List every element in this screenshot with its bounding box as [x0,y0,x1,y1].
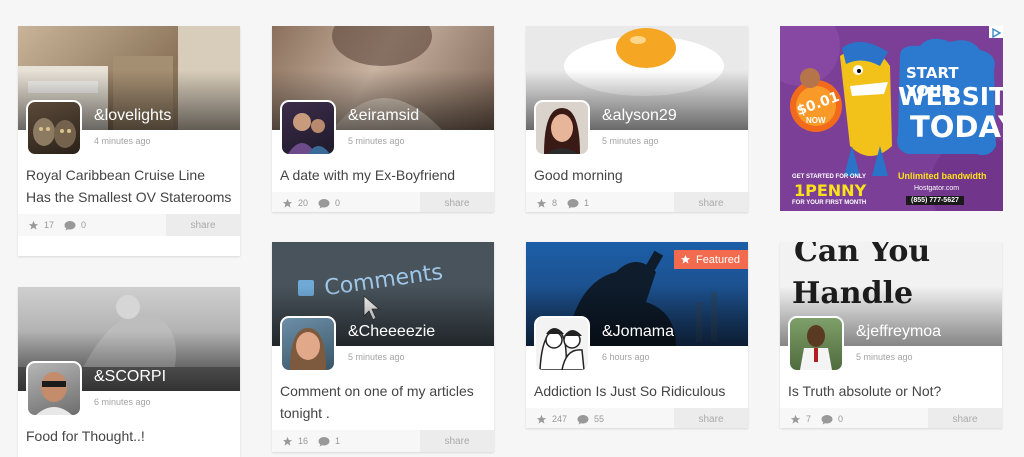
ad-penny: 1PENNY [794,181,867,200]
post-card[interactable]: &alyson29 5 minutes ago Good morning 8 1… [526,26,748,212]
post-card[interactable]: &eiramsid 5 minutes ago A date with my E… [272,26,494,212]
user-avatar[interactable] [280,100,336,156]
star-icon [790,414,801,424]
star-icon [282,436,293,446]
comments-count: 0 [81,220,87,230]
likes-count: 247 [552,414,568,424]
comment-icon [318,436,330,446]
user-avatar[interactable] [26,361,82,417]
comments-count: 0 [838,414,844,424]
likes-stat: 16 [282,436,308,447]
comments-count: 1 [584,198,590,208]
post-time: 6 hours ago [602,352,650,362]
star-icon [28,220,39,230]
username[interactable]: &alyson29 [602,107,677,125]
post-footer: 17 0 share [18,214,240,236]
ad-domain: Hostgator.com [914,185,960,192]
comments-stat: 0 [318,198,340,209]
ad-headline-2: WEBSITE [898,82,1003,111]
ad-unlimited: Unlimited bandwidth [898,171,987,181]
hostgator-ad[interactable]: $0.01 NOW START YOUR WEBSITE TODAY GET S… [780,26,1003,211]
post-footer: 7 0 share [780,408,1002,428]
comments-count: 0 [335,198,341,208]
star-icon [536,414,547,424]
user-avatar[interactable] [26,100,82,156]
likes-stat: 247 [536,414,567,425]
username[interactable]: &jeffreymoa [856,323,941,341]
comment-icon [577,414,589,424]
comment-icon [64,220,76,230]
post-time: 6 minutes ago [94,397,151,407]
ad-first-month: FOR YOUR FIRST MONTH [792,200,867,206]
post-footer: 20 0 share [272,192,494,212]
ad-price-sub: NOW [806,116,826,125]
post-card[interactable]: &lovelights 4 minutes ago Royal Caribbea… [18,26,240,256]
username[interactable]: &SCORPI [94,368,166,386]
likes-count: 17 [44,220,55,230]
post-card[interactable]: &SCORPI 6 minutes ago Food for Thought..… [18,287,240,457]
comment-icon [318,198,330,208]
post-time: 5 minutes ago [348,352,405,362]
user-avatar[interactable] [788,316,844,372]
comments-stat: 1 [318,436,340,447]
featured-label: Featured [695,253,740,266]
likes-stat: 17 [28,220,54,231]
adchoices-icon[interactable] [989,26,1003,39]
likes-stat: 7 [790,414,811,425]
share-button[interactable]: share [928,408,1002,428]
likes-count: 16 [298,436,309,446]
post-time: 5 minutes ago [602,136,659,146]
featured-badge: Featured [673,250,748,269]
post-time: 5 minutes ago [856,352,913,362]
user-avatar[interactable] [534,100,590,156]
likes-count: 20 [298,198,309,208]
ad-headline-3: TODAY [910,110,1003,144]
post-card[interactable]: Featured &Jomama 6 hours ago Addiction I… [526,242,748,428]
comments-stat: 0 [821,414,843,425]
username[interactable]: &Jomama [602,323,674,341]
comments-stat: 1 [567,198,589,209]
post-time: 4 minutes ago [94,136,151,146]
ad-started-text: GET STARTED FOR ONLY [792,174,867,180]
user-avatar[interactable] [280,316,336,372]
hero-text-line-1: Can You [794,242,931,269]
share-button[interactable]: share [166,214,240,236]
comment-icon [567,198,579,208]
comments-stat: 0 [64,220,86,231]
share-button[interactable]: share [674,192,748,212]
star-icon [282,198,293,208]
likes-stat: 8 [536,198,557,209]
share-button[interactable]: share [420,192,494,212]
comments-count: 1 [335,436,341,446]
post-footer: 247 55 share [526,408,748,428]
comment-icon [821,414,833,424]
post-footer: 8 1 share [526,192,748,212]
likes-count: 7 [806,414,812,424]
ad-phone: (855) 777-5627 [906,196,964,205]
comments-count: 55 [594,414,605,424]
username[interactable]: &lovelights [94,107,171,125]
username[interactable]: &eiramsid [348,107,419,125]
star-icon [680,254,691,264]
likes-stat: 20 [282,198,308,209]
post-time: 5 minutes ago [348,136,405,146]
share-button[interactable]: share [674,408,748,428]
comments-stat: 55 [577,414,604,425]
star-icon [536,198,547,208]
likes-count: 8 [552,198,558,208]
post-card[interactable]: Comments &Cheeeezie 5 minutes ago Commen… [272,242,494,452]
user-avatar[interactable] [534,316,590,372]
username[interactable]: &Cheeeezie [348,323,435,341]
post-card[interactable]: Can You Handle &jeffreymoa 5 minutes ago… [780,242,1002,428]
